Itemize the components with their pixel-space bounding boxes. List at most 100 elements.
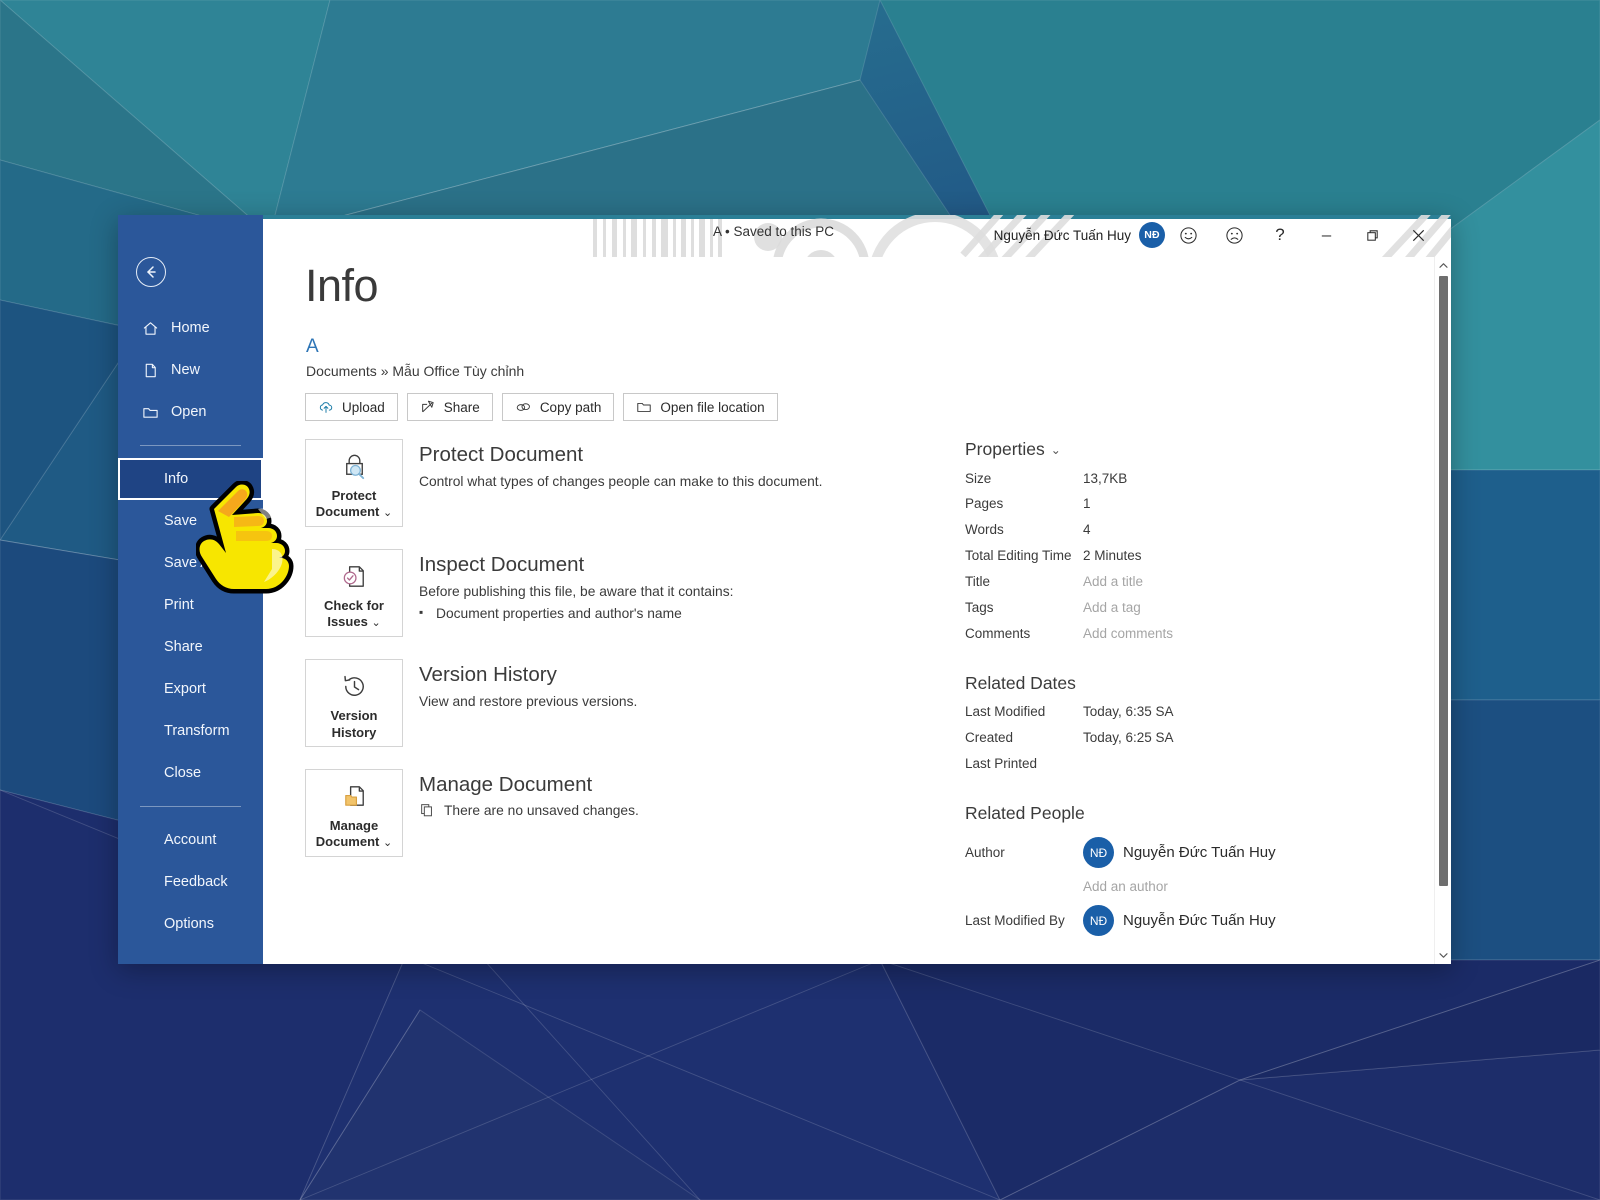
nav-group-top: Home New Open: [118, 307, 263, 433]
link-icon: [516, 402, 530, 411]
properties-heading-label: Properties: [965, 439, 1045, 459]
comments-input[interactable]: Add comments: [1083, 626, 1173, 642]
smile-feedback-icon[interactable]: [1165, 220, 1211, 250]
sidebar-item-transform[interactable]: Transform: [118, 710, 263, 752]
upload-cloud-icon: [319, 402, 333, 413]
scrollbar-thumb[interactable]: [1439, 276, 1448, 886]
property-row: Total Editing Time 2 Minutes: [965, 544, 1431, 570]
backstage-navigation: Home New Open Info Save Save As Print Sh…: [118, 215, 263, 964]
minimize-button[interactable]: [1303, 220, 1349, 250]
protect-document-tile[interactable]: Protect Document ⌄: [305, 439, 403, 527]
sidebar-item-account[interactable]: Account: [118, 819, 263, 861]
sidebar-item-label: Options: [164, 916, 214, 932]
property-row-title: Title Add a title: [965, 569, 1431, 595]
nav-group-bottom: Account Feedback Options: [118, 819, 263, 945]
last-modified-by-chip[interactable]: NĐ Nguyễn Đức Tuấn Huy: [1083, 905, 1276, 937]
sidebar-item-save[interactable]: Save: [118, 500, 263, 542]
sidebar-item-label: Close: [164, 765, 202, 781]
sidebar-item-home[interactable]: Home: [118, 307, 263, 349]
title-input[interactable]: Add a title: [1083, 574, 1143, 590]
sidebar-item-open[interactable]: Open: [118, 391, 263, 433]
inspect-document-description: Before publishing this file, be aware th…: [419, 584, 734, 599]
sidebar-item-new[interactable]: New: [118, 349, 263, 391]
check-for-issues-tile[interactable]: Check for Issues ⌄: [305, 549, 403, 637]
chevron-down-icon: ⌄: [371, 617, 381, 630]
close-button[interactable]: [1395, 220, 1441, 250]
property-value: 1: [1083, 496, 1091, 512]
tile-line2: Document: [315, 504, 380, 520]
property-key: Words: [965, 522, 1004, 538]
share-button-label: Share: [443, 399, 480, 415]
frown-feedback-icon[interactable]: [1211, 220, 1257, 250]
author-row: Author NĐ Nguyễn Đức Tuấn Huy: [965, 830, 1431, 875]
restore-icon: [1366, 229, 1378, 241]
sidebar-item-info[interactable]: Info: [118, 458, 263, 500]
sidebar-item-label: Save As: [164, 555, 218, 571]
restore-button[interactable]: [1349, 220, 1395, 250]
copy-path-button-label: Copy path: [539, 399, 602, 415]
version-history-text: Version History View and restore previou…: [403, 659, 637, 747]
properties-list: Size 13,7KB Pages 1 Words 4 Total Editin…: [965, 466, 1431, 647]
related-dates-heading: Related Dates: [965, 672, 1076, 693]
related-dates-list: Last Modified Today, 6:35 SA Created Tod…: [965, 700, 1431, 778]
inspect-document-text: Inspect Document Before publishing this …: [403, 549, 733, 637]
add-author-input[interactable]: Add an author: [1083, 875, 1431, 898]
property-row-tags: Tags Add a tag: [965, 595, 1431, 621]
property-row: Words 4: [965, 518, 1431, 544]
protect-document-tile-label: Protect Document ⌄: [316, 488, 392, 521]
frown-icon: [1225, 226, 1243, 244]
titlebar-avatar[interactable]: NĐ: [1139, 222, 1165, 248]
titlebar-user-name[interactable]: Nguyễn Đức Tuấn Huy: [994, 228, 1131, 243]
last-modified-by-avatar: NĐ: [1083, 905, 1114, 937]
date-row: Last Modified Today, 6:35 SA: [965, 700, 1431, 726]
copy-document-icon: [421, 804, 432, 817]
page-title: Info: [305, 260, 379, 311]
sidebar-item-label: Print: [164, 597, 194, 613]
back-button[interactable]: [136, 257, 166, 287]
date-key: Last Printed: [965, 756, 1038, 772]
sidebar-item-share[interactable]: Share: [118, 626, 263, 668]
sidebar-item-save-as[interactable]: Save As: [118, 542, 263, 584]
chevron-up-icon: [1439, 263, 1448, 268]
protect-document-title: Protect Document: [419, 443, 584, 466]
properties-heading[interactable]: Properties ⌄: [965, 439, 1431, 460]
version-history-tile-label: Version History: [331, 708, 378, 741]
upload-button[interactable]: Upload: [305, 393, 398, 421]
help-button[interactable]: ?: [1257, 220, 1303, 250]
manage-document-tile[interactable]: Manage Document ⌄: [305, 769, 403, 857]
info-page: Info A Documents » Mẫu Office Tùy chỉnh …: [263, 257, 1451, 964]
version-history-tile[interactable]: Version History: [305, 659, 403, 747]
open-folder-icon: [140, 402, 160, 422]
manage-document-text: Manage Document There are no unsaved cha…: [403, 769, 639, 857]
related-people-list: Author NĐ Nguyễn Đức Tuấn Huy Add an aut…: [965, 830, 1431, 943]
date-value: Today, 6:25 SA: [1083, 730, 1174, 746]
last-modified-by-name: Nguyễn Đức Tuấn Huy: [1123, 912, 1276, 930]
sidebar-item-print[interactable]: Print: [118, 584, 263, 626]
sidebar-item-export[interactable]: Export: [118, 668, 263, 710]
smile-icon: [1179, 226, 1197, 244]
manage-document-icon: [339, 779, 370, 813]
tags-input[interactable]: Add a tag: [1083, 600, 1141, 616]
sidebar-item-feedback[interactable]: Feedback: [118, 861, 263, 903]
inspect-document-bullet: Document properties and author's name: [419, 605, 733, 621]
share-button[interactable]: Share: [406, 393, 493, 421]
scroll-up-arrow[interactable]: [1435, 257, 1451, 274]
chevron-down-icon: ⌄: [1050, 442, 1061, 457]
last-modified-by-row: Last Modified By NĐ Nguyễn Đức Tuấn Huy: [965, 898, 1431, 943]
date-row: Created Today, 6:25 SA: [965, 726, 1431, 752]
author-avatar: NĐ: [1083, 837, 1114, 869]
manage-document-block: Manage Document ⌄ Manage Document There …: [305, 769, 923, 857]
vertical-scrollbar[interactable]: [1434, 257, 1451, 964]
document-status-label: A • Saved to this PC: [713, 224, 835, 239]
sidebar-item-close[interactable]: Close: [118, 752, 263, 794]
chevron-down-icon: ⌄: [382, 507, 393, 520]
author-chip[interactable]: NĐ Nguyễn Đức Tuấn Huy: [1083, 837, 1276, 869]
titlebar-controls: Nguyễn Đức Tuấn Huy NĐ ?: [994, 220, 1441, 250]
scroll-down-arrow[interactable]: [1435, 947, 1451, 964]
copy-path-button[interactable]: Copy path: [501, 393, 615, 421]
nav-separator-bottom: [140, 806, 241, 807]
sidebar-item-options[interactable]: Options: [118, 903, 263, 945]
open-file-location-button[interactable]: Open file location: [623, 393, 778, 421]
upload-button-label: Upload: [342, 399, 385, 415]
document-path-breadcrumb: Documents » Mẫu Office Tùy chỉnh: [306, 363, 525, 379]
